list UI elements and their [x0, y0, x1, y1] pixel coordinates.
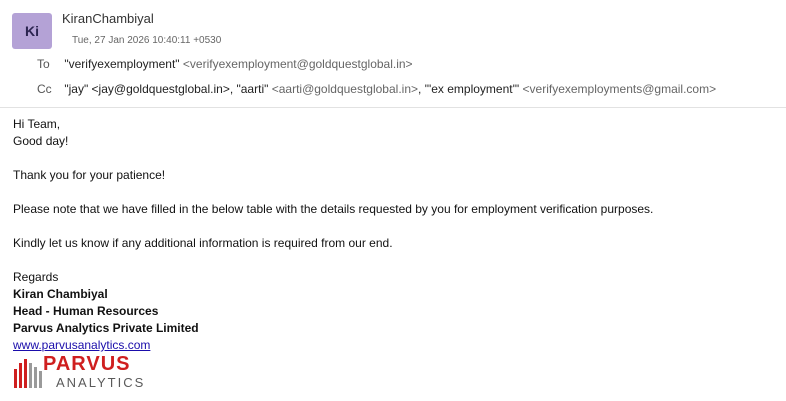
to-recipient[interactable]: "verifyexemployment" <verifyexemployment… [64, 57, 412, 71]
sender-avatar[interactable]: Ki [12, 13, 52, 49]
body-paragraph-1: Thank you for your patience! [13, 168, 166, 182]
parvus-analytics-logo: PARVUS ANALYTICS [13, 353, 163, 394]
regards-line: Regards [13, 270, 59, 284]
to-row: To "verifyexemployment" <verifyexemploym… [37, 57, 413, 71]
cc-row: Cc "jay" <jay@goldquestglobal.in>, "aart… [37, 82, 716, 96]
signature-company: Parvus Analytics Private Limited [13, 321, 199, 335]
sent-date: Tue, 27 Jan 2026 10:40:11 +0530 [72, 35, 222, 46]
cc-recipient-aarti[interactable]: "aarti" <aarti@goldquestglobal.in> [237, 82, 419, 96]
recipient-email: <verifyexemployment@goldquestglobal.in> [182, 57, 413, 71]
message-header: Ki KiranChambiyal Tue, 27 Jan 2026 10:40… [0, 0, 786, 108]
body-paragraph-3: Kindly let us know if any additional inf… [13, 236, 393, 250]
logo-bars-icon [14, 359, 42, 388]
recipient-email: <aarti@goldquestglobal.in> [271, 82, 419, 96]
recipient-email: <jay@goldquestglobal.in> [91, 82, 230, 96]
recipient-name: "jay" [64, 82, 89, 96]
greeting-line-2: Good day! [13, 134, 69, 148]
recipient-email: <verifyexemployments@gmail.com> [522, 82, 717, 96]
signature-name: Kiran Chambiyal [13, 287, 108, 301]
to-label: To [37, 57, 50, 71]
cc-recipient-ex-employment[interactable]: "'ex employment'" <verifyexemployments@g… [425, 82, 716, 96]
recipient-name: "'ex employment'" [424, 82, 520, 96]
company-website-link[interactable]: www.parvusanalytics.com [13, 338, 150, 352]
recipient-name: "verifyexemployment" [64, 57, 180, 71]
message-body: Hi Team, Good day! Thank you for your pa… [13, 116, 773, 354]
cc-separator: , [229, 82, 237, 96]
body-paragraph-2: Please note that we have filled in the b… [13, 202, 654, 216]
logo-subtitle: ANALYTICS [56, 375, 146, 390]
sender-name[interactable]: KiranChambiyal [62, 11, 154, 26]
header-divider [0, 107, 786, 108]
greeting-line: Hi Team, [13, 117, 61, 131]
cc-separator: , [418, 82, 425, 96]
signature-title: Head - Human Resources [13, 304, 159, 318]
recipient-name: "aarti" [236, 82, 269, 96]
cc-recipient-jay[interactable]: "jay" <jay@goldquestglobal.in> [64, 82, 229, 96]
cc-label: Cc [37, 82, 52, 96]
logo-wordmark: PARVUS [43, 353, 131, 375]
